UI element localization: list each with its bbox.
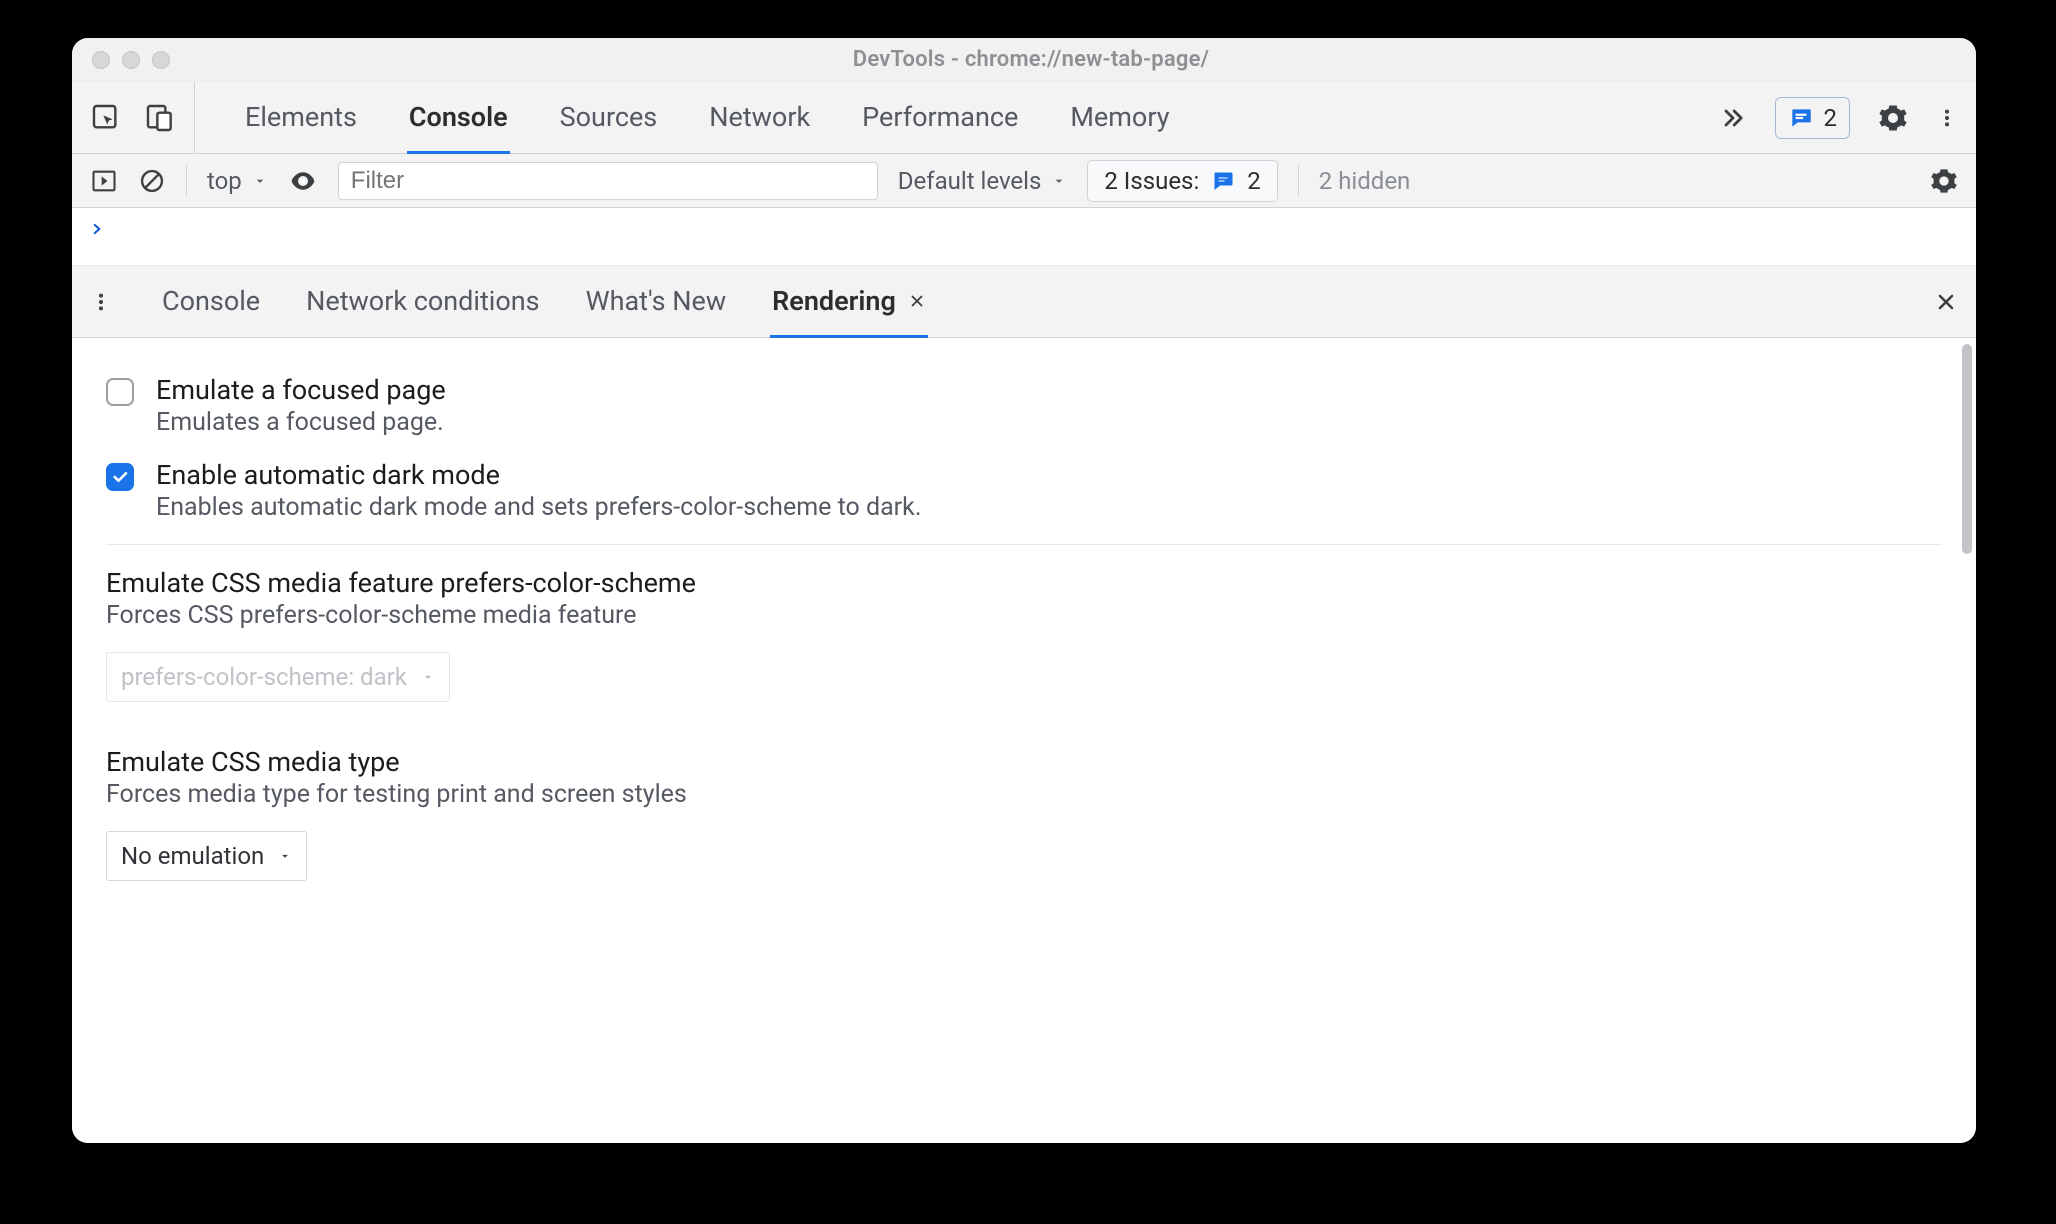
tab-elements[interactable]: Elements [243, 83, 359, 154]
option-auto-dark-mode: Enable automatic dark mode Enables autom… [106, 459, 1942, 522]
console-input[interactable] [72, 208, 1976, 266]
option-title: Emulate a focused page [156, 374, 446, 406]
messages-count: 2 [1824, 104, 1838, 132]
drawer-tab-rendering[interactable]: Rendering [770, 267, 928, 338]
tab-memory[interactable]: Memory [1068, 83, 1171, 154]
traffic-minimize-icon[interactable] [122, 51, 140, 69]
window-title: DevTools - chrome://new-tab-page/ [170, 47, 1892, 72]
drawer-tabbar: Console Network conditions What's New Re… [72, 266, 1976, 338]
live-expression-icon[interactable] [288, 166, 318, 196]
toggle-sidebar-icon[interactable] [90, 167, 118, 195]
tabs-overflow-icon[interactable] [1719, 104, 1747, 132]
tab-console[interactable]: Console [407, 83, 510, 154]
console-toolbar: top Default levels 2 Issues: 2 2 hidden [72, 154, 1976, 208]
drawer-tab-console[interactable]: Console [160, 267, 262, 338]
block-desc: Forces CSS prefers-color-scheme media fe… [106, 601, 1942, 630]
console-prompt-icon [90, 218, 104, 245]
scrollbar-thumb[interactable] [1962, 344, 1972, 554]
section-divider [106, 544, 1942, 545]
block-title: Emulate CSS media feature prefers-color-… [106, 567, 1942, 599]
checkbox-auto-dark-mode[interactable] [106, 463, 134, 491]
block-title: Emulate CSS media type [106, 746, 1942, 778]
rendering-panel: Emulate a focused page Emulates a focuse… [72, 338, 1976, 1143]
main-tabbar: Elements Console Sources Network Perform… [72, 82, 1976, 154]
chevron-down-icon [278, 849, 292, 863]
select-media-type[interactable]: No emulation [106, 831, 307, 881]
issues-icon [1211, 169, 1235, 193]
log-levels-selector[interactable]: Default levels [898, 167, 1068, 195]
checkbox-emulate-focused-page[interactable] [106, 378, 134, 406]
select-prefers-color-scheme[interactable]: prefers-color-scheme: dark [106, 652, 450, 702]
option-title: Enable automatic dark mode [156, 459, 921, 491]
traffic-close-icon[interactable] [92, 51, 110, 69]
console-settings-icon[interactable] [1930, 167, 1958, 195]
context-selector[interactable]: top [207, 167, 268, 195]
option-desc: Enables automatic dark mode and sets pre… [156, 493, 921, 522]
issues-indicator[interactable]: 2 Issues: 2 [1087, 160, 1277, 202]
drawer-menu-icon[interactable] [90, 287, 112, 317]
inspect-element-icon[interactable] [90, 102, 122, 134]
settings-icon[interactable] [1878, 103, 1908, 133]
hidden-count[interactable]: 2 hidden [1319, 167, 1411, 195]
message-icon [1788, 105, 1814, 131]
traffic-zoom-icon[interactable] [152, 51, 170, 69]
block-desc: Forces media type for testing print and … [106, 780, 1942, 809]
kebab-menu-icon[interactable] [1936, 103, 1958, 133]
clear-console-icon[interactable] [138, 167, 166, 195]
window-titlebar: DevTools - chrome://new-tab-page/ [72, 38, 1976, 82]
drawer-tab-whats-new[interactable]: What's New [584, 267, 729, 338]
option-desc: Emulates a focused page. [156, 408, 446, 437]
option-emulate-focused-page: Emulate a focused page Emulates a focuse… [106, 374, 1942, 437]
messages-indicator[interactable]: 2 [1775, 97, 1851, 139]
tab-performance[interactable]: Performance [860, 83, 1020, 154]
devtools-window: DevTools - chrome://new-tab-page/ [72, 38, 1976, 1143]
block-media-type: Emulate CSS media type Forces media type… [106, 746, 1942, 881]
chevron-down-icon [421, 670, 435, 684]
tab-network[interactable]: Network [707, 83, 812, 154]
tab-sources[interactable]: Sources [558, 83, 660, 154]
drawer-tab-network-conditions[interactable]: Network conditions [304, 267, 542, 338]
block-prefers-color-scheme: Emulate CSS media feature prefers-color-… [106, 567, 1942, 702]
close-tab-icon[interactable] [908, 292, 926, 310]
close-drawer-icon[interactable] [1934, 290, 1958, 314]
console-filter-input[interactable] [338, 162, 878, 200]
window-controls [86, 51, 170, 69]
device-toggle-icon[interactable] [144, 102, 176, 134]
